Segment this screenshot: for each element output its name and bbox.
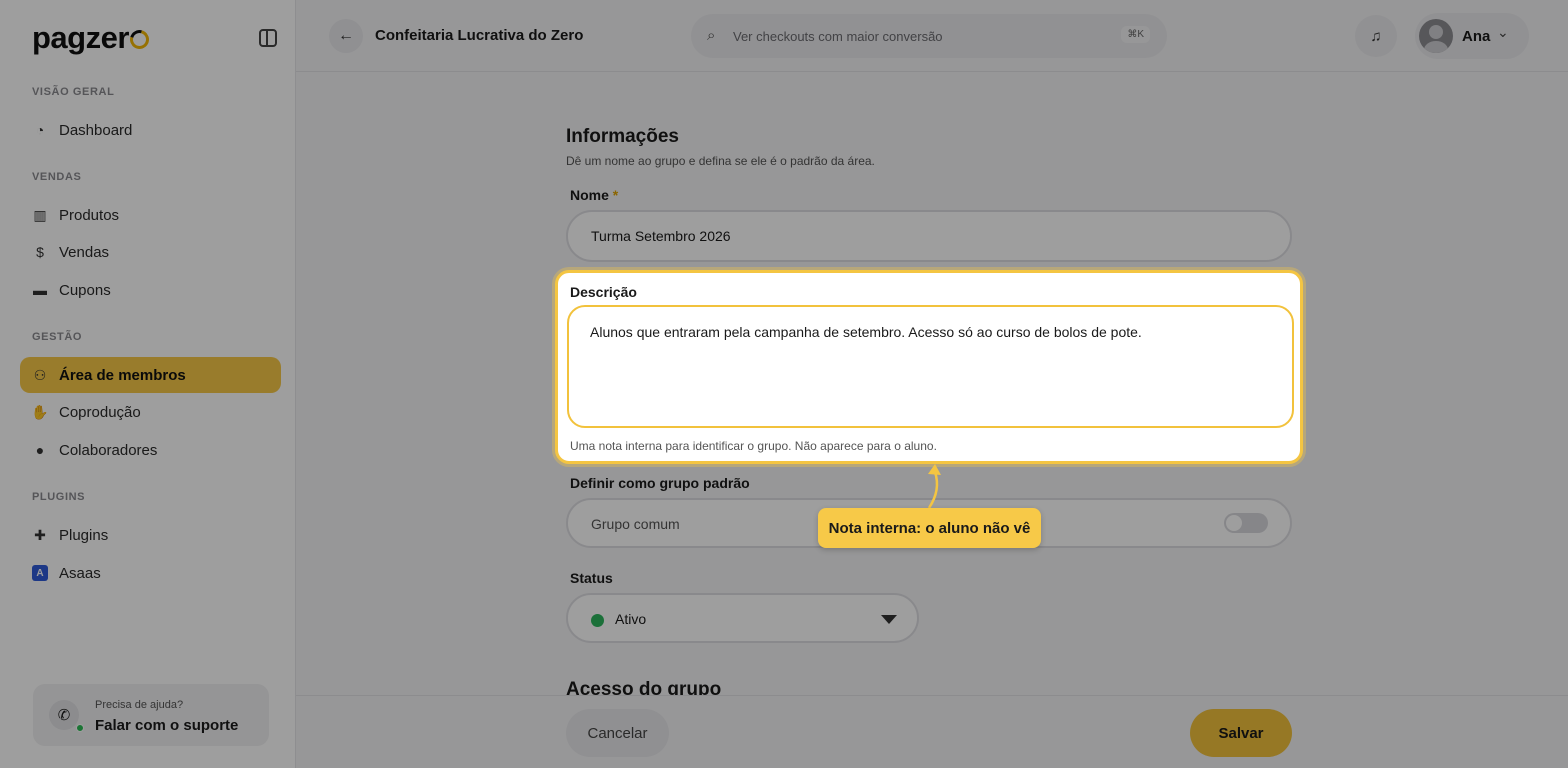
description-textarea[interactable]: Alunos que entraram pela campanha de set… [567, 305, 1294, 428]
description-label: Descrição [570, 284, 637, 300]
highlighted-description-card: Descrição Alunos que entraram pela campa… [555, 270, 1303, 464]
description-help-text: Uma nota interna para identificar o grup… [570, 439, 937, 453]
tooltip-pointer-arrow [927, 464, 941, 509]
tour-tooltip: Nota interna: o aluno não vê [818, 508, 1041, 548]
